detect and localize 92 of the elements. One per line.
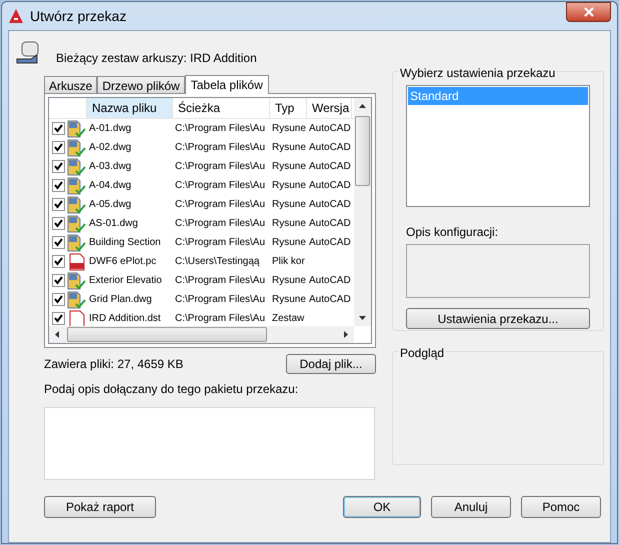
table-cell: AutoCAD — [309, 218, 351, 229]
table-cell: C:\Program Files\Au — [175, 275, 266, 286]
triangle-logo-icon — [8, 8, 24, 24]
dialog-button[interactable]: Anuluj — [431, 496, 511, 518]
table-cell: A-03.dwg — [89, 161, 132, 172]
scrollbar-thumb[interactable] — [67, 327, 267, 342]
scrollbar-thumb[interactable] — [355, 116, 370, 186]
table-cell: Rysune — [272, 142, 306, 153]
window-title: Utwórz przekaz — [30, 6, 126, 26]
drawing-file-icon — [67, 214, 87, 232]
table-cell: C:\Users\Testingąą — [175, 256, 260, 267]
table-cell: Rysune — [272, 180, 306, 191]
drawing-file-icon — [67, 120, 87, 138]
table-cell: Building Section — [89, 237, 161, 248]
checkbox[interactable] — [52, 255, 64, 268]
drawing-file-icon — [67, 176, 87, 194]
table-cell: C:\Program Files\Au — [175, 180, 266, 191]
table-cell: AutoCAD — [309, 275, 351, 286]
table-cell: Rysune — [272, 237, 306, 248]
checkbox[interactable] — [52, 160, 64, 173]
table-cell: IRD Addition.dst — [89, 313, 161, 324]
table-cell: Plik kor — [272, 256, 305, 267]
drawing-file-icon — [67, 138, 87, 156]
table-cell: AutoCAD — [309, 199, 351, 210]
table-cell: C:\Program Files\Au — [175, 294, 266, 305]
column-header[interactable]: Nazwa pliku — [87, 98, 173, 118]
tab[interactable]: Tabela plików — [184, 75, 269, 94]
table-cell: Grid Plan.dwg — [89, 294, 152, 305]
drawing-file-icon — [67, 234, 87, 252]
column-header[interactable]: Ścieżka — [173, 98, 270, 118]
dialog-button[interactable]: OK — [343, 496, 421, 518]
checkbox[interactable] — [52, 293, 64, 306]
table-cell: AutoCAD — [309, 161, 351, 172]
table-cell: Zestaw — [272, 313, 304, 324]
summary-text: Zawiera pliki: 27, 4659 KB — [44, 356, 184, 373]
drawing-file-icon — [67, 196, 87, 214]
table-cell: C:\Program Files\Au — [175, 161, 266, 172]
checkbox[interactable] — [52, 198, 64, 211]
checkbox[interactable] — [52, 236, 64, 249]
description-field[interactable] — [44, 407, 375, 480]
scroll-up-icon[interactable] — [359, 104, 366, 108]
drawing-file-icon — [67, 290, 87, 308]
description-label: Podaj opis dołączany do tego pakietu przekazu: — [44, 381, 300, 398]
scroll-right-icon[interactable] — [344, 331, 348, 338]
config-label: Opis konfiguracji: — [406, 224, 500, 241]
dialog-button[interactable]: Pomoc — [521, 496, 601, 518]
table-cell: A-04.dwg — [89, 180, 132, 191]
table-cell: C:\Program Files\Au — [175, 237, 266, 248]
table-cell: C:\Program Files\Au — [175, 142, 266, 153]
scroll-left-icon[interactable] — [55, 331, 59, 338]
table-cell: Exterior Elevatio — [89, 275, 162, 286]
checkbox[interactable] — [52, 122, 64, 135]
drawing-file-icon — [67, 158, 87, 176]
table-cell: C:\Program Files\Au — [175, 123, 266, 134]
table-cell: C:\Program Files\Au — [175, 313, 266, 324]
table-cell: A-02.dwg — [89, 142, 132, 153]
column-header[interactable]: Typ — [270, 98, 307, 118]
checkbox[interactable] — [52, 274, 64, 287]
table-cell: Rysune — [272, 123, 306, 134]
table-cell: A-05.dwg — [89, 199, 132, 210]
table-cell: AutoCAD — [309, 180, 351, 191]
close-icon — [584, 7, 594, 17]
checkbox[interactable] — [52, 312, 64, 325]
checkbox[interactable] — [52, 217, 64, 230]
table-cell: Rysune — [272, 275, 306, 286]
transmittal-settings-button[interactable]: Ustawienia przekazu... — [406, 308, 590, 329]
drawing-file-icon — [67, 272, 87, 290]
table-cell: C:\Program Files\Au — [175, 199, 266, 210]
add-file-button[interactable]: Dodaj plik... — [286, 354, 376, 374]
table-cell: Rysune — [272, 161, 306, 172]
table-cell: AutoCAD — [309, 237, 351, 248]
sheet-set-label: Bieżący zestaw arkuszy: IRD Addition — [56, 50, 257, 67]
scroll-down-icon[interactable] — [359, 316, 366, 320]
dialog-button[interactable]: Pokaż raport — [44, 496, 156, 518]
table-cell: Rysune — [272, 218, 306, 229]
table-cell: AutoCAD — [309, 123, 351, 134]
tab[interactable]: Arkusze — [44, 76, 98, 93]
table-cell: Rysune — [272, 199, 306, 210]
document-icon — [69, 310, 85, 328]
tab[interactable]: Drzewo plików — [97, 76, 185, 93]
document-icon — [69, 252, 85, 270]
column-header[interactable]: Wersja — [307, 98, 352, 118]
table-cell: C:\Program Files\Au — [175, 218, 266, 229]
table-cell: AutoCAD — [309, 142, 351, 153]
table-cell: AutoCAD — [309, 294, 351, 305]
table-cell: Rysune — [272, 294, 306, 305]
table-cell: DWF6 ePlot.pc — [89, 256, 156, 267]
checkbox[interactable] — [52, 141, 64, 154]
table-cell: AS-01.dwg — [89, 218, 138, 229]
table-cell: A-01.dwg — [89, 123, 132, 134]
close-button[interactable] — [566, 2, 611, 22]
checkbox[interactable] — [52, 179, 64, 192]
